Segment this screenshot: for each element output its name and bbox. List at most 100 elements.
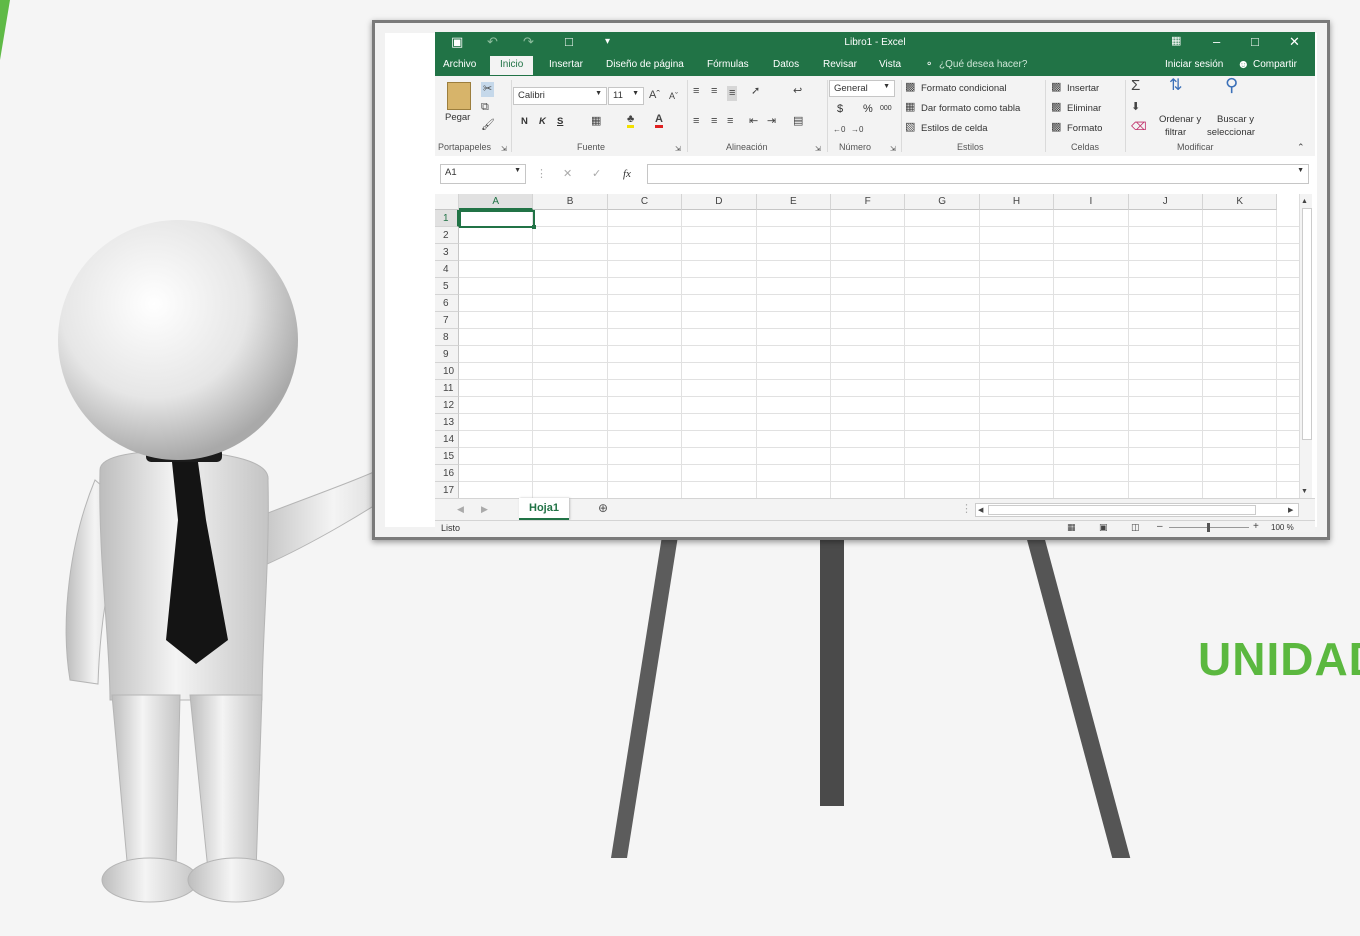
- align-top-icon[interactable]: ≡: [693, 86, 699, 97]
- fill-color-icon[interactable]: ♣: [627, 114, 635, 128]
- maximize-icon[interactable]: □: [1251, 34, 1259, 49]
- thousands-button[interactable]: 000: [880, 105, 892, 112]
- align-right-icon[interactable]: ≡: [727, 116, 733, 127]
- column-header[interactable]: D: [682, 194, 757, 210]
- dialog-launcher-icon[interactable]: ⇲: [890, 144, 896, 155]
- dialog-launcher-icon[interactable]: ⇲: [501, 144, 507, 155]
- row-header[interactable]: 13: [435, 414, 459, 431]
- tab-archivo[interactable]: Archivo: [443, 59, 476, 70]
- column-header[interactable]: F: [831, 194, 906, 210]
- row-header[interactable]: 12: [435, 397, 459, 414]
- italic-button[interactable]: K: [539, 116, 546, 127]
- row-header[interactable]: 15: [435, 448, 459, 465]
- collapse-ribbon-icon[interactable]: ⌃: [1297, 142, 1305, 153]
- horizontal-scrollbar[interactable]: ◀ ▶: [975, 503, 1299, 517]
- minimize-icon[interactable]: –: [1213, 34, 1220, 49]
- horizontal-scroll-thumb[interactable]: [988, 505, 1256, 515]
- font-color-icon[interactable]: A: [655, 114, 663, 128]
- align-middle-icon[interactable]: ≡: [711, 86, 717, 97]
- tab-insertar[interactable]: Insertar: [549, 59, 583, 70]
- align-center-icon[interactable]: ≡: [711, 116, 717, 127]
- select-all-corner[interactable]: [435, 194, 459, 210]
- row-header[interactable]: 7: [435, 312, 459, 329]
- row-header[interactable]: 9: [435, 346, 459, 363]
- column-header[interactable]: A: [459, 194, 534, 210]
- paste-icon[interactable]: [447, 82, 471, 110]
- page-layout-view-icon[interactable]: ▣: [1099, 522, 1108, 532]
- align-left-icon[interactable]: ≡: [693, 116, 699, 127]
- paste-button[interactable]: Pegar: [445, 112, 470, 123]
- decrease-indent-icon[interactable]: ⇤: [749, 116, 758, 127]
- orientation-icon[interactable]: ➚: [751, 86, 760, 97]
- zoom-in-icon[interactable]: +: [1253, 521, 1259, 532]
- column-header[interactable]: B: [533, 194, 608, 210]
- row-header[interactable]: 16: [435, 465, 459, 482]
- formula-input[interactable]: ▼: [647, 164, 1309, 184]
- find-select-label-1[interactable]: Buscar y: [1217, 114, 1254, 125]
- dialog-launcher-icon[interactable]: ⇲: [675, 144, 681, 155]
- close-icon[interactable]: ✕: [1289, 34, 1300, 50]
- row-header[interactable]: 4: [435, 261, 459, 278]
- tab-vista[interactable]: Vista: [879, 59, 901, 70]
- find-select-label-2[interactable]: seleccionar: [1207, 127, 1255, 138]
- row-header[interactable]: 5: [435, 278, 459, 295]
- decrease-decimal-icon[interactable]: →0: [851, 124, 863, 135]
- font-name-select[interactable]: Calibri ▼: [513, 87, 607, 105]
- grow-font-icon[interactable]: Aˆ: [649, 90, 660, 101]
- prev-sheet-icon[interactable]: ◀: [457, 504, 464, 515]
- fill-handle[interactable]: [532, 225, 536, 229]
- conditional-format-button[interactable]: Formato condicional: [921, 83, 1007, 94]
- number-format-select[interactable]: General ▼: [829, 80, 895, 97]
- clear-icon[interactable]: ⌫: [1131, 122, 1147, 133]
- cell-styles-button[interactable]: Estilos de celda: [921, 123, 988, 134]
- format-cells-button[interactable]: Formato: [1067, 123, 1102, 134]
- row-header[interactable]: 2: [435, 227, 459, 244]
- scroll-up-icon[interactable]: ▲: [1301, 196, 1308, 207]
- worksheet-grid[interactable]: ABCDEFGHIJK 1 2 3 4 5 6 7 8 9 10 11 12 13 14 15 16 17 ▲ …: [435, 194, 1315, 499]
- row-header[interactable]: 14: [435, 431, 459, 448]
- autosum-icon[interactable]: Σ: [1131, 78, 1140, 93]
- row-header[interactable]: 8: [435, 329, 459, 346]
- tab-inicio[interactable]: Inicio: [490, 56, 534, 75]
- increase-indent-icon[interactable]: ⇥: [767, 116, 776, 127]
- format-painter-icon[interactable]: 🖌: [481, 120, 495, 131]
- font-size-select[interactable]: 11 ▼: [608, 87, 644, 105]
- sort-filter-label-2[interactable]: filtrar: [1165, 127, 1186, 138]
- scroll-right-icon[interactable]: ▶: [1288, 505, 1293, 516]
- tab-formulas[interactable]: Fórmulas: [707, 59, 749, 70]
- row-header[interactable]: 10: [435, 363, 459, 380]
- column-header[interactable]: K: [1203, 194, 1278, 210]
- percent-button[interactable]: %: [863, 103, 873, 115]
- confirm-entry-icon[interactable]: ✓: [592, 169, 601, 180]
- name-box[interactable]: A1 ▼: [440, 164, 526, 184]
- row-header[interactable]: 3: [435, 244, 459, 261]
- zoom-out-icon[interactable]: –: [1157, 521, 1163, 532]
- column-header[interactable]: E: [756, 194, 831, 210]
- ribbon-display-icon[interactable]: ▦: [1171, 34, 1181, 47]
- currency-button[interactable]: $: [837, 103, 843, 115]
- format-as-table-button[interactable]: Dar formato como tabla: [921, 103, 1020, 114]
- shrink-font-icon[interactable]: Aˇ: [669, 91, 678, 102]
- cut-icon[interactable]: ✂: [481, 82, 495, 97]
- align-bottom-icon[interactable]: ≡: [727, 86, 738, 101]
- vertical-scrollbar[interactable]: ▲ ▼: [1299, 194, 1312, 498]
- underline-button[interactable]: S: [557, 116, 563, 127]
- normal-view-icon[interactable]: ▦: [1067, 522, 1076, 532]
- vertical-scroll-thumb[interactable]: [1302, 208, 1312, 440]
- insert-function-button[interactable]: fx: [623, 168, 631, 180]
- delete-cells-button[interactable]: Eliminar: [1067, 103, 1101, 114]
- sign-in-link[interactable]: Iniciar sesión: [1165, 59, 1223, 70]
- selected-cell-a1[interactable]: [459, 210, 535, 228]
- tab-diseno-pagina[interactable]: Diseño de página: [606, 59, 684, 70]
- column-header[interactable]: C: [607, 194, 683, 210]
- cancel-entry-icon[interactable]: ✕: [563, 169, 572, 180]
- row-header[interactable]: 6: [435, 295, 459, 312]
- sheet-tab-hoja1[interactable]: Hoja1: [519, 498, 569, 520]
- zoom-slider-thumb[interactable]: [1207, 523, 1210, 532]
- borders-icon[interactable]: ▦: [591, 116, 601, 127]
- column-header[interactable]: J: [1128, 194, 1203, 210]
- share-button[interactable]: Compartir: [1253, 59, 1297, 70]
- merge-center-icon[interactable]: ▤: [793, 116, 803, 127]
- scroll-left-icon[interactable]: ◀: [978, 505, 983, 516]
- dialog-launcher-icon[interactable]: ⇲: [815, 144, 821, 155]
